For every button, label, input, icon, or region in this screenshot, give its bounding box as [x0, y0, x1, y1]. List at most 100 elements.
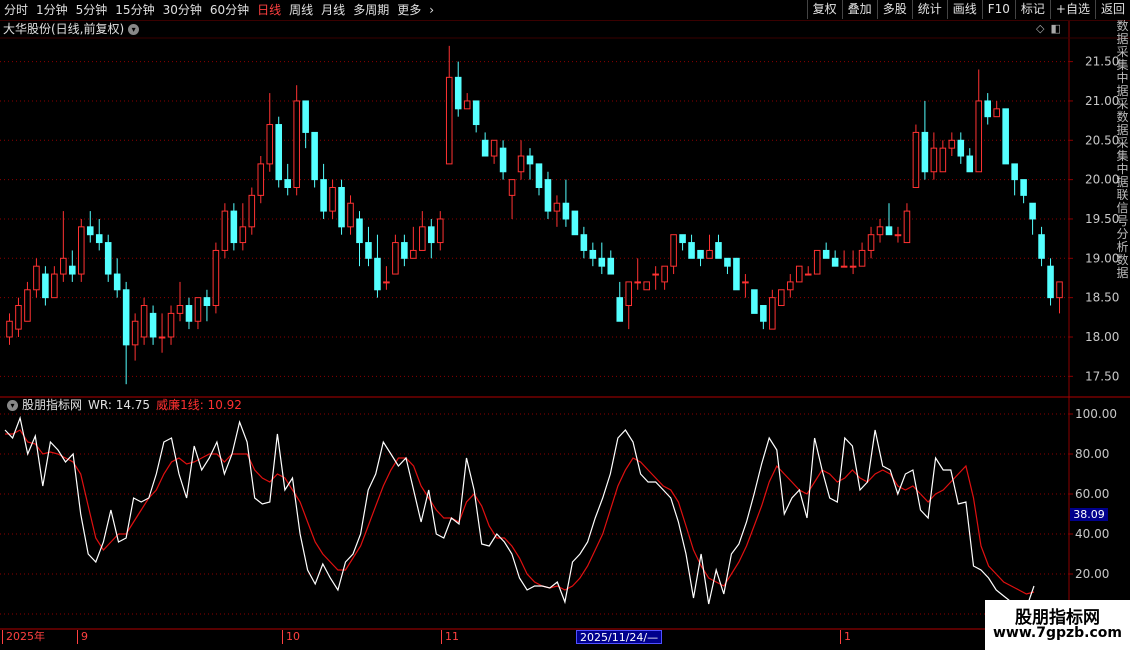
candle-body[interactable] [311, 131, 318, 181]
candle-body[interactable] [948, 139, 956, 149]
candle-body[interactable] [580, 234, 588, 251]
candle-body[interactable] [966, 155, 974, 173]
indicator-title[interactable]: ▾ 股朋指标网 WR: 14.75 威廉1线: 10.92 [3, 398, 242, 413]
candle-body[interactable] [6, 320, 13, 338]
candle-body[interactable] [284, 179, 291, 188]
candle-body[interactable] [751, 289, 758, 314]
candle-body[interactable] [822, 249, 830, 259]
candle-body[interactable] [374, 257, 381, 291]
toolbar-button-4[interactable]: 画线 [946, 0, 982, 19]
candle-body[interactable] [365, 242, 372, 259]
candle-body[interactable] [410, 249, 417, 259]
candle-body[interactable] [760, 305, 767, 322]
candle-body[interactable] [589, 249, 597, 259]
candle-body[interactable] [392, 242, 399, 275]
candle-body[interactable] [1029, 202, 1036, 220]
candle-body[interactable] [1056, 281, 1063, 299]
candle-body[interactable] [867, 234, 875, 251]
candle-body[interactable] [553, 202, 561, 212]
candle-body[interactable] [248, 194, 256, 228]
candle-body[interactable] [275, 124, 283, 181]
candle-body[interactable] [33, 265, 40, 291]
candle-body[interactable] [697, 249, 704, 259]
candle-body[interactable] [912, 131, 920, 188]
candle-body[interactable] [831, 257, 839, 267]
candle-body[interactable] [517, 155, 525, 173]
candle-body[interactable] [140, 305, 148, 338]
candle-body[interactable] [266, 124, 274, 165]
toolbar-button-8[interactable]: 返回 [1094, 0, 1130, 19]
candle-body[interactable] [104, 242, 112, 275]
candle-body[interactable] [167, 312, 175, 338]
candle-body[interactable] [993, 108, 1000, 118]
candle-body[interactable] [221, 210, 229, 251]
candle-body[interactable] [804, 273, 812, 276]
candle-body[interactable] [436, 218, 444, 244]
candle-body[interactable] [706, 249, 713, 259]
period-tab-4[interactable]: 30分钟 [159, 0, 206, 20]
candle-body[interactable] [302, 100, 309, 133]
candle-body[interactable] [428, 226, 435, 244]
candle-body[interactable] [257, 163, 265, 196]
candle-body[interactable] [1047, 265, 1054, 299]
candle-body[interactable] [122, 289, 130, 346]
candle-body[interactable] [733, 257, 740, 291]
candle-body[interactable] [69, 265, 76, 275]
candle-body[interactable] [778, 289, 785, 307]
candle-body[interactable] [185, 305, 193, 322]
candle-body[interactable] [858, 249, 866, 267]
candle-body[interactable] [1038, 234, 1045, 259]
candle-body[interactable] [894, 234, 902, 237]
period-tab-8[interactable]: 月线 [317, 0, 349, 20]
candle-body[interactable] [194, 297, 202, 322]
candle-body[interactable] [347, 202, 354, 228]
candle-body[interactable] [769, 297, 776, 330]
candle-body[interactable] [338, 186, 345, 228]
toolbar-button-7[interactable]: +自选 [1049, 0, 1095, 19]
candle-body[interactable] [903, 210, 911, 244]
toolbar-button-3[interactable]: 统计 [911, 0, 947, 19]
candle-body[interactable] [293, 100, 300, 188]
candle-body[interactable] [490, 139, 498, 157]
candle-body[interactable] [813, 249, 821, 275]
wr-line[interactable] [4, 415, 1035, 609]
candle-body[interactable] [661, 265, 668, 283]
candle-body[interactable] [158, 336, 166, 339]
candle-body[interactable] [939, 147, 947, 173]
period-tab-1[interactable]: 1分钟 [32, 0, 72, 20]
candle-body[interactable] [562, 202, 570, 220]
candle-body[interactable] [840, 265, 848, 268]
candle-body[interactable] [786, 281, 794, 291]
candle-body[interactable] [113, 273, 121, 291]
period-tab-3[interactable]: 15分钟 [111, 0, 158, 20]
candle-body[interactable] [60, 257, 67, 275]
candle-body[interactable] [1020, 179, 1027, 196]
candlestick-series[interactable] [6, 45, 1063, 385]
candle-body[interactable] [885, 226, 893, 236]
candle-body[interactable] [86, 226, 94, 236]
candle-body[interactable] [203, 297, 211, 307]
candle-body[interactable] [383, 281, 390, 284]
candle-body[interactable] [715, 242, 722, 259]
chevron-down-icon[interactable]: ▾ [7, 400, 18, 411]
candle-body[interactable] [598, 257, 606, 267]
candle-body[interactable] [625, 281, 633, 307]
candle-body[interactable] [795, 265, 803, 283]
period-tab-9[interactable]: 多周期 [349, 0, 393, 20]
candle-body[interactable] [454, 76, 462, 110]
candle-body[interactable] [921, 131, 929, 173]
stock-title[interactable]: 大华股份(日线,前复权) ▾ [3, 21, 140, 37]
candle-body[interactable] [15, 305, 22, 330]
candle-body[interactable] [445, 76, 453, 165]
period-tab-10[interactable]: 更多 [393, 0, 425, 20]
candle-body[interactable] [876, 226, 884, 236]
diamond-icon[interactable]: ◇ [1036, 22, 1044, 35]
candle-body[interactable] [499, 147, 507, 173]
candle-body[interactable] [652, 273, 659, 276]
chevron-down-icon[interactable]: ▾ [128, 23, 140, 35]
toolbar-button-5[interactable]: F10 [981, 0, 1015, 19]
candle-body[interactable] [508, 179, 516, 196]
chevron-right-icon[interactable]: › [425, 0, 438, 20]
period-tab-2[interactable]: 5分钟 [72, 0, 112, 20]
window-icon[interactable]: ◧ [1050, 22, 1060, 35]
